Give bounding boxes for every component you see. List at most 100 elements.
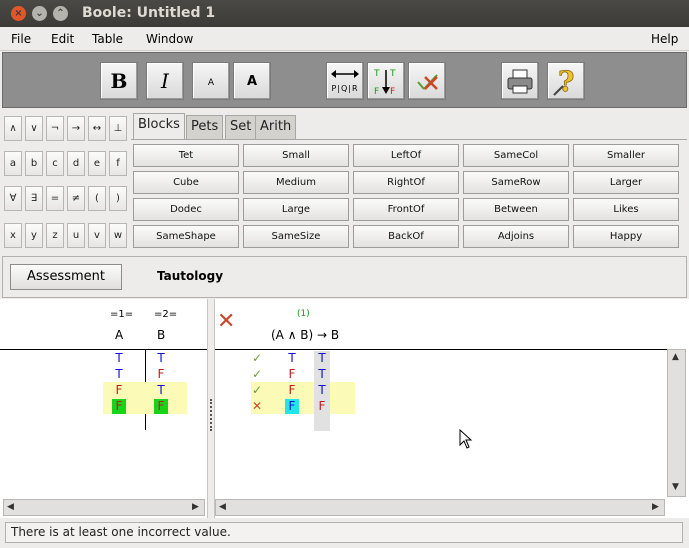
svg-text:T: T	[389, 69, 396, 79]
key-close-paren[interactable]: )	[109, 186, 127, 211]
tab-pets[interactable]: Pets	[186, 115, 224, 139]
menu-table[interactable]: Table	[92, 32, 123, 46]
key-d[interactable]: d	[67, 151, 85, 176]
cell-and-row2[interactable]: F	[285, 367, 299, 382]
predicate-small[interactable]: Small	[243, 144, 349, 167]
print-button[interactable]	[501, 62, 539, 100]
cell-b-row1[interactable]: T	[154, 351, 168, 366]
fill-column-button[interactable]: T T F F	[367, 62, 405, 100]
cell-implies-row4[interactable]: F	[315, 399, 329, 414]
key-u[interactable]: u	[67, 223, 85, 248]
predicate-samerow[interactable]: SameRow	[463, 171, 569, 194]
italic-button[interactable]: I	[146, 62, 184, 100]
scroll-up-icon[interactable]: ▲	[672, 352, 679, 362]
key-a[interactable]: a	[4, 151, 22, 176]
predicate-tet[interactable]: Tet	[133, 144, 239, 167]
predicate-rightof[interactable]: RightOf	[353, 171, 459, 194]
key-not[interactable]: ¬	[46, 116, 64, 141]
predicate-between[interactable]: Between	[463, 198, 569, 221]
cell-and-row4[interactable]: F	[285, 399, 299, 414]
pane-splitter[interactable]	[207, 299, 215, 518]
predicate-likes[interactable]: Likes	[573, 198, 679, 221]
right-horizontal-scrollbar[interactable]: ◀ ▶	[215, 499, 665, 516]
menu-edit[interactable]: Edit	[51, 32, 74, 46]
sentence-columns-pane[interactable]: ✕ (1) (A ∧ B) → B ✓ ✓ ✓ ✕ T F F F T T T …	[215, 299, 667, 518]
cell-b-row2[interactable]: F	[154, 367, 168, 382]
left-scroll-left-icon[interactable]: ◀	[7, 502, 14, 512]
left-horizontal-scrollbar[interactable]: ◀ ▶	[3, 499, 205, 516]
key-and[interactable]: ∧	[4, 116, 22, 141]
key-not-equals[interactable]: ≠	[67, 186, 85, 211]
predicate-frontof[interactable]: FrontOf	[353, 198, 459, 221]
key-equals[interactable]: =	[46, 186, 64, 211]
key-bottom[interactable]: ⊥	[109, 116, 127, 141]
key-w[interactable]: w	[109, 223, 127, 248]
help-button[interactable]: ?	[547, 62, 585, 100]
cell-a-row3[interactable]: F	[112, 383, 126, 398]
maximize-window-button[interactable]: ⌃	[53, 6, 68, 21]
key-b[interactable]: b	[25, 151, 43, 176]
scroll-down-icon[interactable]: ▼	[672, 482, 679, 492]
predicate-panel: Blocks Pets Set Arith Tet Small LeftOf S…	[131, 110, 687, 254]
key-x[interactable]: x	[4, 223, 22, 248]
key-e[interactable]: e	[88, 151, 106, 176]
menu-file[interactable]: File	[11, 32, 31, 46]
menu-help[interactable]: Help	[651, 32, 678, 46]
font-larger-button[interactable]: A	[233, 62, 271, 100]
ref-label-2: =2=	[154, 309, 178, 320]
vertical-scrollbar[interactable]: ▲ ▼	[667, 349, 686, 497]
predicate-samecol[interactable]: SameCol	[463, 144, 569, 167]
predicate-large[interactable]: Large	[243, 198, 349, 221]
predicate-samesize[interactable]: SameSize	[243, 225, 349, 248]
key-forall[interactable]: ∀	[4, 186, 22, 211]
predicate-smaller[interactable]: Smaller	[573, 144, 679, 167]
assessment-result: Tautology	[157, 269, 224, 283]
key-or[interactable]: ∨	[25, 116, 43, 141]
key-implies[interactable]: →	[67, 116, 85, 141]
cell-a-row1[interactable]: T	[112, 351, 126, 366]
cell-implies-row1[interactable]: T	[315, 351, 329, 366]
tab-blocks[interactable]: Blocks	[133, 113, 185, 139]
predicate-dodec[interactable]: Dodec	[133, 198, 239, 221]
key-v[interactable]: v	[88, 223, 106, 248]
predicate-leftof[interactable]: LeftOf	[353, 144, 459, 167]
cell-a-row2[interactable]: T	[112, 367, 126, 382]
cell-and-row1[interactable]: T	[285, 351, 299, 366]
predicate-adjoins[interactable]: Adjoins	[463, 225, 569, 248]
menu-window[interactable]: Window	[146, 32, 193, 46]
add-column-button[interactable]: P|Q|R	[326, 62, 364, 100]
predicate-medium[interactable]: Medium	[243, 171, 349, 194]
cell-implies-row2[interactable]: T	[315, 367, 329, 382]
tab-arith[interactable]: Arith	[255, 115, 297, 139]
font-smaller-button[interactable]: A	[192, 62, 230, 100]
sentence-formula[interactable]: (A ∧ B) → B	[271, 328, 339, 342]
key-iff[interactable]: ↔	[88, 116, 106, 141]
verify-table-button[interactable]	[408, 62, 446, 100]
predicate-backof[interactable]: BackOf	[353, 225, 459, 248]
reference-columns-pane[interactable]: =1= =2= A B T T F F T F T F	[0, 299, 207, 518]
predicate-larger[interactable]: Larger	[573, 171, 679, 194]
tab-set[interactable]: Set	[225, 115, 257, 139]
left-scroll-right-icon[interactable]: ▶	[192, 502, 199, 512]
key-exists[interactable]: ∃	[25, 186, 43, 211]
minimize-window-button[interactable]: ⌄	[32, 6, 47, 21]
close-window-button[interactable]: ×	[11, 6, 26, 21]
predicate-cube[interactable]: Cube	[133, 171, 239, 194]
bold-button[interactable]: B	[100, 62, 138, 100]
key-c[interactable]: c	[46, 151, 64, 176]
key-z[interactable]: z	[46, 223, 64, 248]
assessment-button[interactable]: Assessment	[10, 264, 122, 290]
predicate-sameshape[interactable]: SameShape	[133, 225, 239, 248]
cell-b-row4[interactable]: F	[154, 399, 168, 414]
cell-b-row3[interactable]: T	[154, 383, 168, 398]
right-scroll-left-icon[interactable]: ◀	[219, 502, 226, 512]
key-open-paren[interactable]: (	[88, 186, 106, 211]
cell-implies-row3[interactable]: T	[315, 383, 329, 398]
key-f[interactable]: f	[109, 151, 127, 176]
cell-a-row4[interactable]: F	[112, 399, 126, 414]
predicate-happy[interactable]: Happy	[573, 225, 679, 248]
cell-and-row3[interactable]: F	[285, 383, 299, 398]
row1-check-icon: ✓	[251, 351, 263, 365]
right-scroll-right-icon[interactable]: ▶	[652, 502, 659, 512]
key-y[interactable]: y	[25, 223, 43, 248]
